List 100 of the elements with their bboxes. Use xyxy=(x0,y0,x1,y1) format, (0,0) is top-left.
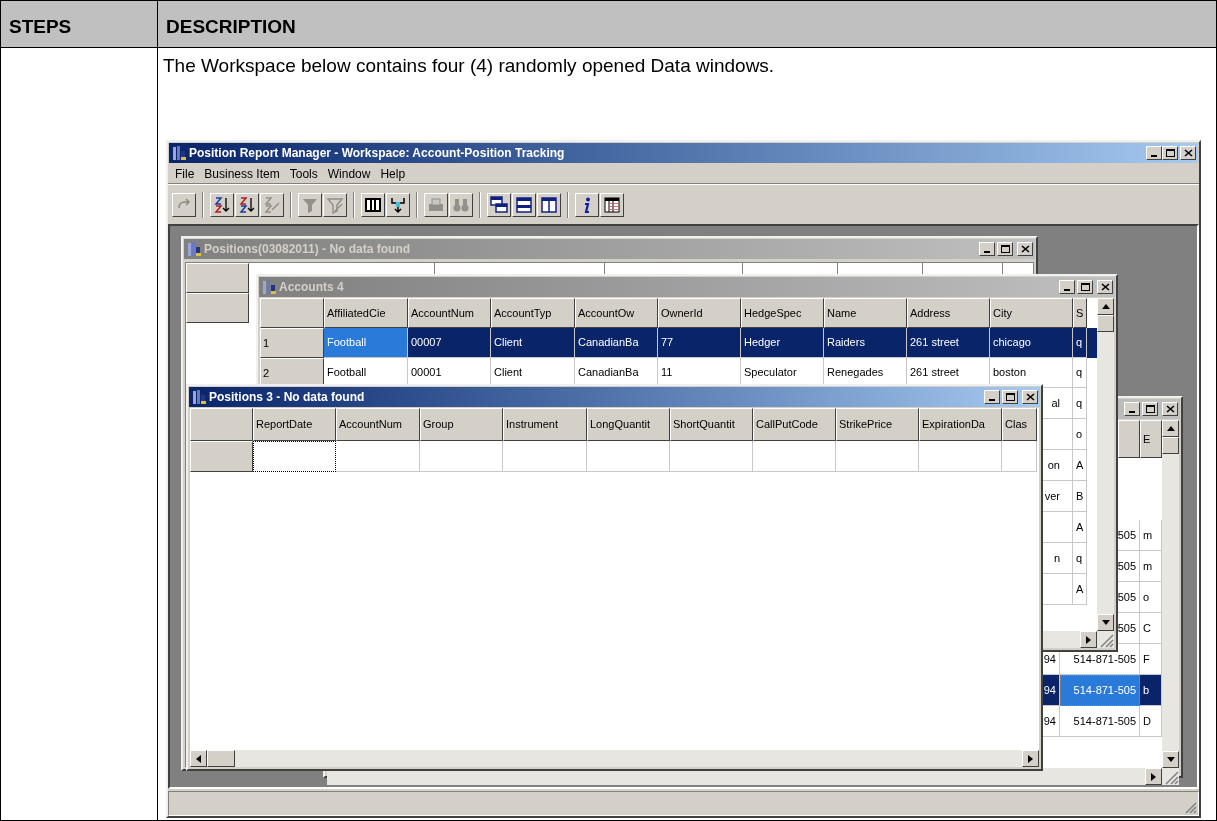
minimize-button[interactable] xyxy=(1124,402,1140,416)
table-cell: m xyxy=(1143,559,1153,573)
close-button[interactable] xyxy=(1017,242,1033,256)
toolbar-button[interactable] xyxy=(210,192,234,217)
close-icon xyxy=(1025,393,1035,401)
table-cell: chicago xyxy=(990,328,1073,358)
minimize-icon xyxy=(1151,155,1157,157)
toolbar-button[interactable] xyxy=(512,192,536,217)
row-header[interactable] xyxy=(190,441,253,472)
arrow-right-icon xyxy=(1151,772,1156,781)
app-icon xyxy=(261,279,277,295)
maximize-button[interactable] xyxy=(1002,390,1018,404)
column-header[interactable]: ReportDate xyxy=(253,408,336,441)
scroll-thumb[interactable] xyxy=(207,750,235,767)
column-header[interactable] xyxy=(260,298,324,328)
table-cell: 505 xyxy=(1117,590,1136,604)
column-header[interactable]: AccountOw xyxy=(575,298,658,328)
toolbar-button[interactable] xyxy=(600,192,624,217)
scroll-thumb[interactable] xyxy=(1097,315,1114,332)
column-header[interactable] xyxy=(1118,420,1140,458)
table-cell: 505 xyxy=(1117,559,1136,573)
table-cell: q xyxy=(1073,543,1087,574)
row-header[interactable] xyxy=(186,293,249,323)
maximize-icon xyxy=(1165,149,1175,157)
close-button[interactable] xyxy=(1162,402,1178,416)
column-header[interactable]: AccountNum xyxy=(336,408,420,441)
scroll-left-button[interactable] xyxy=(190,750,207,767)
toolbar-button[interactable] xyxy=(537,192,561,217)
column-header[interactable] xyxy=(186,263,249,293)
close-button[interactable] xyxy=(1180,146,1196,160)
column-header[interactable]: Clas xyxy=(1002,408,1037,441)
table-cell: 505 xyxy=(1117,528,1136,542)
toolbar-button[interactable] xyxy=(386,192,410,217)
scroll-right-button[interactable] xyxy=(1145,768,1162,785)
maximize-button[interactable] xyxy=(1142,402,1158,416)
column-header[interactable]: AccountNum xyxy=(408,298,491,328)
column-header[interactable]: Group xyxy=(420,408,503,441)
table-row[interactable]: 1 Football 00007 Client CanadianBa 77 Hedger Raiders 261 street chicago q xyxy=(260,328,1097,358)
column-header[interactable]: StrikePrice xyxy=(836,408,919,441)
table-cell: Raiders xyxy=(824,328,907,358)
vertical-scrollbar[interactable] xyxy=(1162,420,1179,768)
column-header[interactable]: LongQuantit xyxy=(587,408,670,441)
scroll-down-button[interactable] xyxy=(1097,614,1114,631)
column-header[interactable]: City xyxy=(990,298,1073,328)
column-header[interactable]: OwnerId xyxy=(658,298,741,328)
row-header[interactable]: 1 xyxy=(260,328,324,358)
menu-item[interactable]: File xyxy=(170,164,200,183)
vertical-scrollbar[interactable] xyxy=(1097,298,1114,631)
toolbar-button[interactable] xyxy=(361,192,385,217)
maximize-button[interactable] xyxy=(1077,280,1093,294)
column-header[interactable]: AffiliatedCie xyxy=(324,298,408,328)
scroll-thumb[interactable] xyxy=(1162,437,1179,454)
resize-grip-icon[interactable] xyxy=(1185,802,1197,814)
scroll-right-button[interactable] xyxy=(1022,750,1039,767)
minimize-button[interactable] xyxy=(979,242,995,256)
menu-item[interactable]: Tools xyxy=(284,164,323,183)
table-cell: 505 xyxy=(1117,621,1136,635)
column-header[interactable]: Instrument xyxy=(503,408,587,441)
minimize-icon xyxy=(1064,289,1070,291)
maximize-icon xyxy=(1145,405,1155,413)
column-header[interactable]: S xyxy=(1073,298,1087,328)
column-header[interactable]: Address xyxy=(907,298,990,328)
menu-item[interactable]: Business Item xyxy=(199,164,285,183)
toolbar-button[interactable] xyxy=(235,192,259,217)
column-header[interactable] xyxy=(190,408,253,441)
maximize-button[interactable] xyxy=(997,242,1013,256)
column-header[interactable]: ShortQuantit xyxy=(670,408,753,441)
maximize-button[interactable] xyxy=(1162,146,1178,160)
scroll-down-button[interactable] xyxy=(1162,751,1179,768)
table-cell: 261 street xyxy=(907,328,990,358)
grid-layout-icon xyxy=(603,195,621,214)
column-header[interactable]: CallPutCode xyxy=(753,408,836,441)
scroll-up-button[interactable] xyxy=(1162,420,1179,437)
minimize-icon xyxy=(984,251,990,253)
table-cell: A xyxy=(1073,450,1087,481)
column-header[interactable]: ExpirationDa xyxy=(919,408,1002,441)
minimize-button[interactable] xyxy=(984,390,1000,404)
menu-item[interactable]: Window xyxy=(322,164,376,183)
clear-filter-icon xyxy=(326,195,344,214)
toolbar-button[interactable] xyxy=(487,192,511,217)
column-header[interactable]: HedgeSpec xyxy=(741,298,824,328)
scroll-right-button[interactable] xyxy=(1080,631,1097,648)
column-header[interactable]: E xyxy=(1140,420,1162,458)
split-icon xyxy=(389,195,407,214)
table-cell: m xyxy=(1143,528,1153,542)
minimize-button[interactable] xyxy=(1146,146,1162,160)
close-button[interactable] xyxy=(1097,280,1113,294)
scroll-up-button[interactable] xyxy=(1097,298,1114,315)
table-cell xyxy=(1002,441,1037,472)
close-button[interactable] xyxy=(1022,390,1038,404)
minimize-button[interactable] xyxy=(1059,280,1075,294)
window-title: Positions(03082011) - No data found xyxy=(204,241,412,258)
column-header[interactable]: AccountTyp xyxy=(491,298,575,328)
menu-item[interactable]: Help xyxy=(375,164,411,183)
table-cell[interactable] xyxy=(253,441,336,472)
column-header[interactable]: Name xyxy=(824,298,907,328)
description-text: The Workspace below contains four (4) randomly opened Data windows. xyxy=(162,54,776,78)
arrow-right-icon xyxy=(1028,754,1033,763)
arrow-up-icon xyxy=(1101,304,1110,309)
toolbar-button[interactable] xyxy=(575,192,599,217)
